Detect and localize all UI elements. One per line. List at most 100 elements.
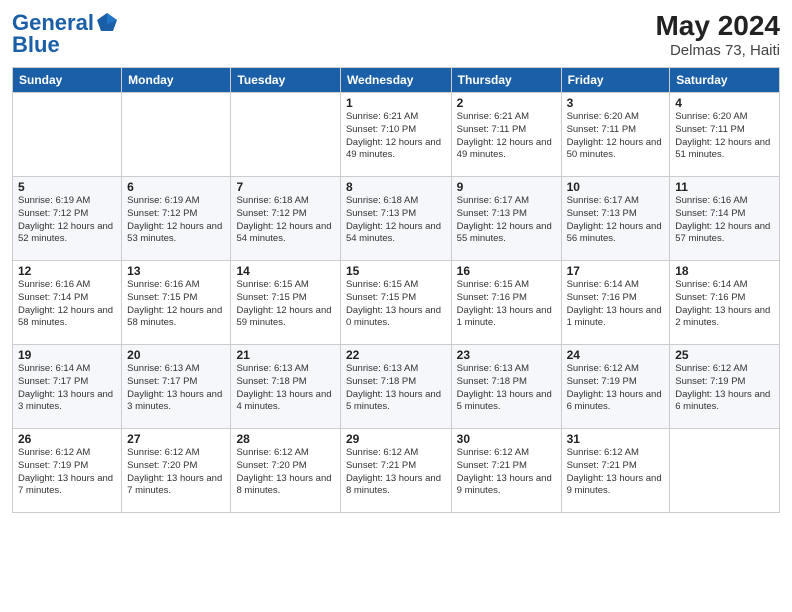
table-row: 6Sunrise: 6:19 AM Sunset: 7:12 PM Daylig… (122, 177, 231, 261)
day-info: Sunrise: 6:12 AM Sunset: 7:19 PM Dayligh… (18, 447, 116, 498)
table-row: 8Sunrise: 6:18 AM Sunset: 7:13 PM Daylig… (340, 177, 451, 261)
day-number: 12 (18, 264, 116, 278)
logo: General Blue (12, 10, 118, 58)
table-row: 1Sunrise: 6:21 AM Sunset: 7:10 PM Daylig… (340, 93, 451, 177)
table-row: 17Sunrise: 6:14 AM Sunset: 7:16 PM Dayli… (561, 261, 670, 345)
table-row: 10Sunrise: 6:17 AM Sunset: 7:13 PM Dayli… (561, 177, 670, 261)
day-number: 28 (236, 432, 334, 446)
day-info: Sunrise: 6:18 AM Sunset: 7:12 PM Dayligh… (236, 195, 334, 246)
table-row: 18Sunrise: 6:14 AM Sunset: 7:16 PM Dayli… (670, 261, 780, 345)
day-info: Sunrise: 6:17 AM Sunset: 7:13 PM Dayligh… (457, 195, 556, 246)
day-info: Sunrise: 6:19 AM Sunset: 7:12 PM Dayligh… (127, 195, 225, 246)
page-container: General Blue May 2024 Delmas 73, Haiti S… (0, 0, 792, 523)
day-number: 25 (675, 348, 774, 362)
day-number: 5 (18, 180, 116, 194)
day-number: 31 (567, 432, 665, 446)
calendar-week-row: 1Sunrise: 6:21 AM Sunset: 7:10 PM Daylig… (13, 93, 780, 177)
day-number: 30 (457, 432, 556, 446)
day-number: 22 (346, 348, 446, 362)
day-info: Sunrise: 6:13 AM Sunset: 7:18 PM Dayligh… (457, 363, 556, 414)
col-wednesday: Wednesday (340, 68, 451, 93)
day-number: 21 (236, 348, 334, 362)
calendar-week-row: 12Sunrise: 6:16 AM Sunset: 7:14 PM Dayli… (13, 261, 780, 345)
day-info: Sunrise: 6:16 AM Sunset: 7:14 PM Dayligh… (675, 195, 774, 246)
table-row: 5Sunrise: 6:19 AM Sunset: 7:12 PM Daylig… (13, 177, 122, 261)
col-saturday: Saturday (670, 68, 780, 93)
day-info: Sunrise: 6:16 AM Sunset: 7:14 PM Dayligh… (18, 279, 116, 330)
table-row: 22Sunrise: 6:13 AM Sunset: 7:18 PM Dayli… (340, 345, 451, 429)
table-row: 16Sunrise: 6:15 AM Sunset: 7:16 PM Dayli… (451, 261, 561, 345)
day-info: Sunrise: 6:16 AM Sunset: 7:15 PM Dayligh… (127, 279, 225, 330)
table-row: 23Sunrise: 6:13 AM Sunset: 7:18 PM Dayli… (451, 345, 561, 429)
table-row: 28Sunrise: 6:12 AM Sunset: 7:20 PM Dayli… (231, 429, 340, 513)
day-info: Sunrise: 6:12 AM Sunset: 7:19 PM Dayligh… (567, 363, 665, 414)
day-info: Sunrise: 6:12 AM Sunset: 7:19 PM Dayligh… (675, 363, 774, 414)
table-row: 24Sunrise: 6:12 AM Sunset: 7:19 PM Dayli… (561, 345, 670, 429)
day-number: 26 (18, 432, 116, 446)
day-info: Sunrise: 6:12 AM Sunset: 7:21 PM Dayligh… (567, 447, 665, 498)
day-info: Sunrise: 6:12 AM Sunset: 7:20 PM Dayligh… (127, 447, 225, 498)
day-number: 6 (127, 180, 225, 194)
day-number: 4 (675, 96, 774, 110)
day-number: 7 (236, 180, 334, 194)
day-info: Sunrise: 6:15 AM Sunset: 7:16 PM Dayligh… (457, 279, 556, 330)
day-info: Sunrise: 6:14 AM Sunset: 7:17 PM Dayligh… (18, 363, 116, 414)
table-row: 15Sunrise: 6:15 AM Sunset: 7:15 PM Dayli… (340, 261, 451, 345)
day-info: Sunrise: 6:13 AM Sunset: 7:17 PM Dayligh… (127, 363, 225, 414)
calendar-week-row: 19Sunrise: 6:14 AM Sunset: 7:17 PM Dayli… (13, 345, 780, 429)
table-row: 27Sunrise: 6:12 AM Sunset: 7:20 PM Dayli… (122, 429, 231, 513)
table-row: 19Sunrise: 6:14 AM Sunset: 7:17 PM Dayli… (13, 345, 122, 429)
day-number: 18 (675, 264, 774, 278)
table-row: 7Sunrise: 6:18 AM Sunset: 7:12 PM Daylig… (231, 177, 340, 261)
table-row: 30Sunrise: 6:12 AM Sunset: 7:21 PM Dayli… (451, 429, 561, 513)
table-row: 26Sunrise: 6:12 AM Sunset: 7:19 PM Dayli… (13, 429, 122, 513)
day-info: Sunrise: 6:14 AM Sunset: 7:16 PM Dayligh… (567, 279, 665, 330)
table-row: 21Sunrise: 6:13 AM Sunset: 7:18 PM Dayli… (231, 345, 340, 429)
day-number: 2 (457, 96, 556, 110)
day-number: 20 (127, 348, 225, 362)
table-row: 20Sunrise: 6:13 AM Sunset: 7:17 PM Dayli… (122, 345, 231, 429)
page-header: General Blue May 2024 Delmas 73, Haiti (12, 10, 780, 59)
calendar-table: Sunday Monday Tuesday Wednesday Thursday… (12, 67, 780, 513)
day-number: 14 (236, 264, 334, 278)
day-number: 16 (457, 264, 556, 278)
location: Delmas 73, Haiti (655, 42, 780, 59)
day-info: Sunrise: 6:12 AM Sunset: 7:21 PM Dayligh… (457, 447, 556, 498)
day-info: Sunrise: 6:20 AM Sunset: 7:11 PM Dayligh… (675, 111, 774, 162)
day-info: Sunrise: 6:13 AM Sunset: 7:18 PM Dayligh… (346, 363, 446, 414)
day-info: Sunrise: 6:21 AM Sunset: 7:11 PM Dayligh… (457, 111, 556, 162)
day-info: Sunrise: 6:18 AM Sunset: 7:13 PM Dayligh… (346, 195, 446, 246)
day-number: 27 (127, 432, 225, 446)
day-number: 13 (127, 264, 225, 278)
day-number: 10 (567, 180, 665, 194)
table-row: 12Sunrise: 6:16 AM Sunset: 7:14 PM Dayli… (13, 261, 122, 345)
day-number: 3 (567, 96, 665, 110)
month-year: May 2024 (655, 10, 780, 42)
day-info: Sunrise: 6:21 AM Sunset: 7:10 PM Dayligh… (346, 111, 446, 162)
table-row: 3Sunrise: 6:20 AM Sunset: 7:11 PM Daylig… (561, 93, 670, 177)
logo-blue: Blue (12, 32, 60, 58)
table-row: 29Sunrise: 6:12 AM Sunset: 7:21 PM Dayli… (340, 429, 451, 513)
day-info: Sunrise: 6:19 AM Sunset: 7:12 PM Dayligh… (18, 195, 116, 246)
calendar-week-row: 5Sunrise: 6:19 AM Sunset: 7:12 PM Daylig… (13, 177, 780, 261)
day-number: 11 (675, 180, 774, 194)
day-info: Sunrise: 6:12 AM Sunset: 7:20 PM Dayligh… (236, 447, 334, 498)
day-info: Sunrise: 6:15 AM Sunset: 7:15 PM Dayligh… (346, 279, 446, 330)
day-info: Sunrise: 6:15 AM Sunset: 7:15 PM Dayligh… (236, 279, 334, 330)
table-row: 31Sunrise: 6:12 AM Sunset: 7:21 PM Dayli… (561, 429, 670, 513)
table-row (122, 93, 231, 177)
table-row: 9Sunrise: 6:17 AM Sunset: 7:13 PM Daylig… (451, 177, 561, 261)
day-number: 17 (567, 264, 665, 278)
col-friday: Friday (561, 68, 670, 93)
table-row: 2Sunrise: 6:21 AM Sunset: 7:11 PM Daylig… (451, 93, 561, 177)
calendar-header-row: Sunday Monday Tuesday Wednesday Thursday… (13, 68, 780, 93)
table-row: 14Sunrise: 6:15 AM Sunset: 7:15 PM Dayli… (231, 261, 340, 345)
day-number: 24 (567, 348, 665, 362)
title-block: May 2024 Delmas 73, Haiti (655, 10, 780, 59)
table-row: 13Sunrise: 6:16 AM Sunset: 7:15 PM Dayli… (122, 261, 231, 345)
day-number: 1 (346, 96, 446, 110)
table-row (670, 429, 780, 513)
calendar-week-row: 26Sunrise: 6:12 AM Sunset: 7:19 PM Dayli… (13, 429, 780, 513)
table-row: 25Sunrise: 6:12 AM Sunset: 7:19 PM Dayli… (670, 345, 780, 429)
day-number: 29 (346, 432, 446, 446)
